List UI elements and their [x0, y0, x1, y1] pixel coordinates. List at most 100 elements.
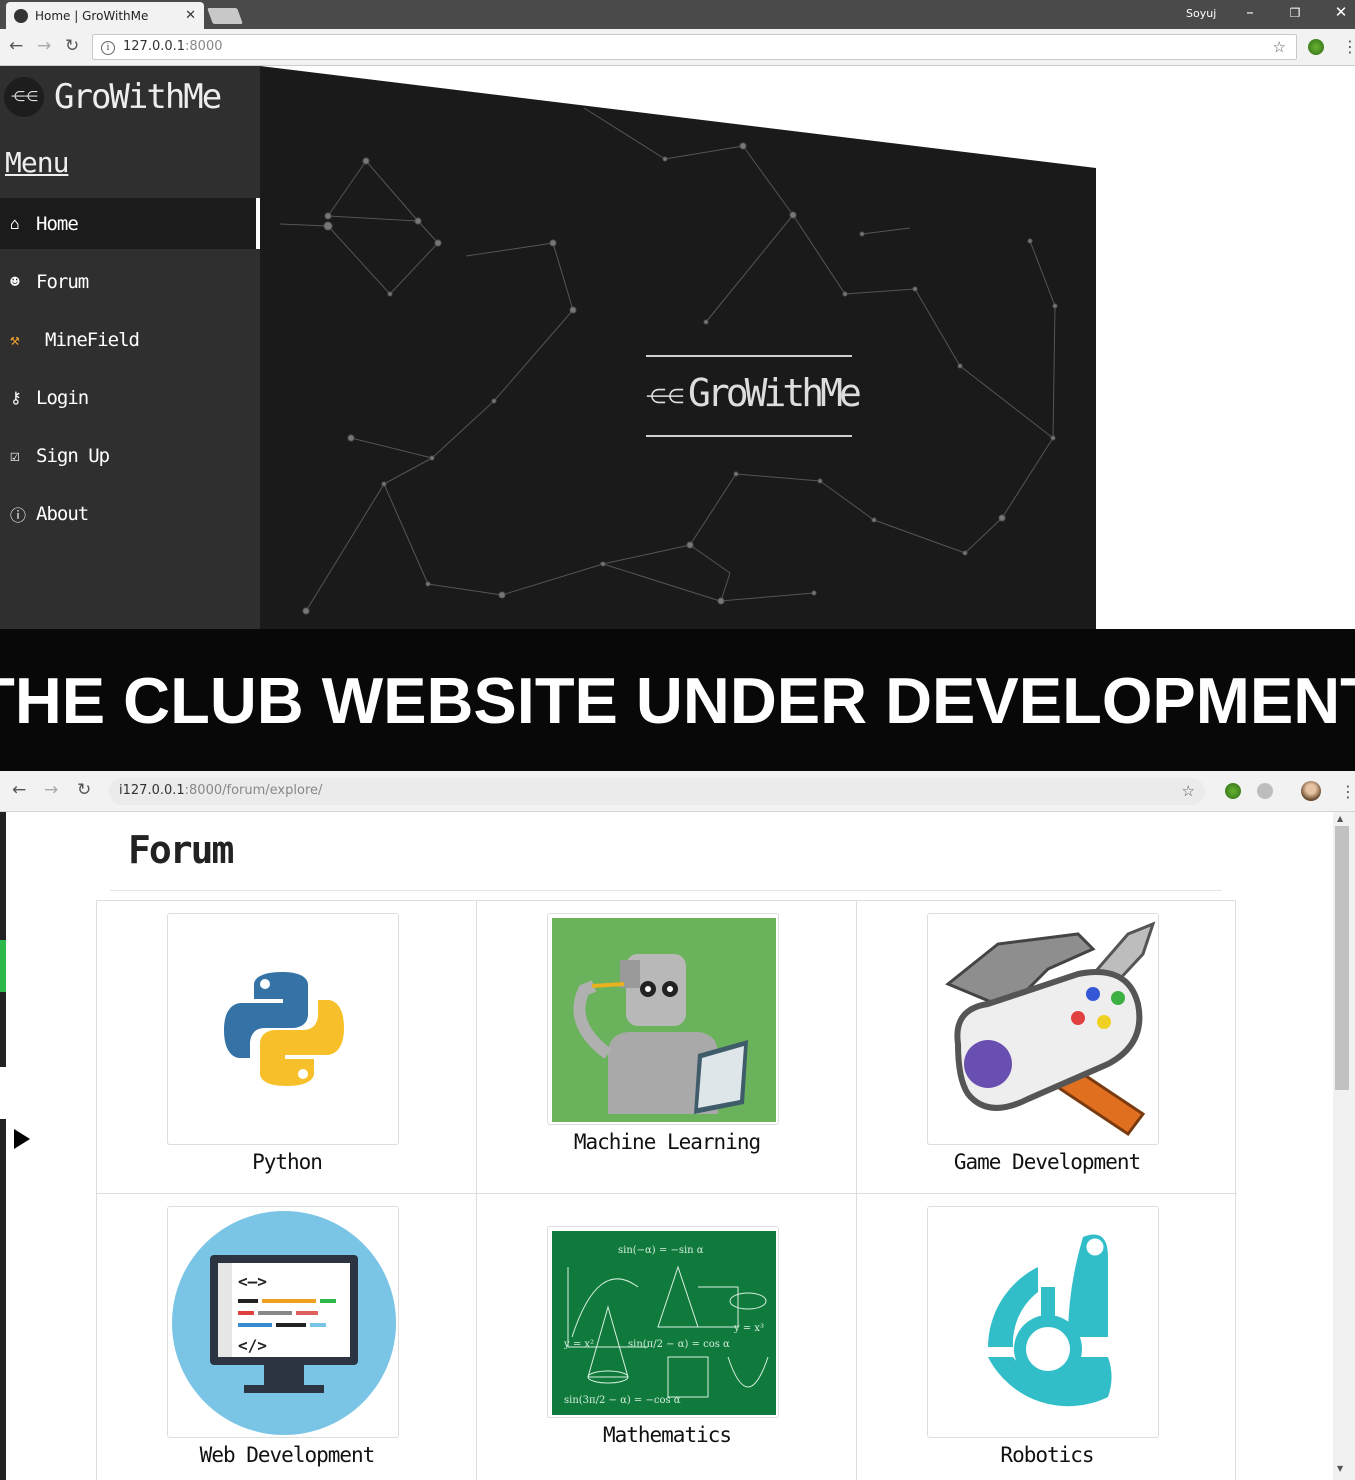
- home-icon: ⌂: [10, 214, 20, 233]
- circuit-logo-icon: ⋲⋲: [4, 77, 44, 117]
- tab-title: Home | GroWithMe: [35, 8, 149, 23]
- category-card-mathematics[interactable]: sin(−α) = −sin α y = x² y = x³ sin(π/2 −…: [477, 1194, 857, 1480]
- network-graphic: [279, 107, 1058, 615]
- scrollbar-thumb[interactable]: [1335, 826, 1349, 1090]
- reload-icon[interactable]: ↻: [65, 36, 79, 56]
- robotics-logo-icon: [927, 1206, 1159, 1438]
- indicator-green: [0, 940, 6, 992]
- svg-text:y = x³: y = x³: [733, 1323, 764, 1334]
- sidebar-item-label: MineField: [45, 328, 140, 351]
- robot-reading-icon: [547, 913, 779, 1125]
- sidebar-item-label: Forum: [36, 270, 89, 293]
- forward-arrow-icon[interactable]: →: [44, 780, 58, 800]
- category-card-game-development[interactable]: Game Development: [857, 901, 1237, 1194]
- category-label[interactable]: Game Development: [857, 1150, 1237, 1174]
- url-port: :8000: [185, 39, 223, 54]
- sidebar-item-minefield[interactable]: ⚒ MineField: [0, 314, 260, 365]
- sidebar-item-home[interactable]: ⌂ Home: [0, 198, 260, 249]
- scroll-down-icon[interactable]: ▼: [1337, 1464, 1343, 1473]
- brand-name: GroWithMe: [54, 77, 222, 117]
- info-icon[interactable]: i: [101, 41, 115, 55]
- sidebar-item-signup[interactable]: ☑ Sign Up: [0, 430, 260, 481]
- forum-page: Forum Python Machine Learning Game Devel…: [0, 812, 1355, 1480]
- svg-text:</>: </>: [238, 1336, 267, 1355]
- hero-logo: ⋲⋲ GroWithMe: [646, 355, 862, 441]
- pickaxe-icon: ⚒: [10, 330, 20, 349]
- address-bar[interactable]: i 127.0.0.1:8000 ☆: [92, 34, 1297, 60]
- gamepad-hammer-icon: [927, 913, 1159, 1145]
- sidebar-item-forum[interactable]: ☻ Forum: [0, 256, 260, 307]
- category-card-web-development[interactable]: <–> </> Web Development: [97, 1194, 477, 1480]
- clipboard-check-icon: ☑: [10, 446, 20, 465]
- browser-menu-icon[interactable]: ⋮: [1342, 37, 1355, 56]
- chalkboard-formulas-icon: sin(−α) = −sin α y = x² y = x³ sin(π/2 −…: [547, 1226, 779, 1418]
- scroll-up-icon[interactable]: ▲: [1337, 814, 1343, 823]
- divider: [646, 435, 852, 437]
- python-logo-icon: [167, 913, 399, 1145]
- svg-text:sin(π/2 − α) = cos α: sin(π/2 − α) = cos α: [628, 1339, 730, 1350]
- banner-heading: THE CLUB WEBSITE UNDER DEVELOPMENT: [0, 663, 1355, 737]
- sidebar-item-label: About: [36, 502, 89, 525]
- forward-arrow-icon[interactable]: →: [37, 36, 51, 56]
- category-card-machine-learning[interactable]: Machine Learning: [477, 901, 857, 1194]
- info-icon: ⓘ: [10, 505, 26, 525]
- restore-icon[interactable]: ❐: [1280, 6, 1310, 20]
- scrollbar[interactable]: ▲ ▼: [1333, 812, 1355, 1480]
- browser-toolbar: ← → ↻ i 127.0.0.1:8000 ☆ ⋮: [0, 29, 1355, 66]
- code-monitor-icon: <–> </>: [167, 1206, 399, 1438]
- sidebar-item-about[interactable]: ⓘ About: [0, 488, 260, 539]
- back-arrow-icon[interactable]: ←: [9, 36, 23, 56]
- minimize-icon[interactable]: –: [1235, 3, 1265, 21]
- reload-icon[interactable]: ↻: [77, 780, 91, 800]
- extension-icon[interactable]: [1225, 783, 1241, 799]
- close-tab-icon[interactable]: ✕: [185, 8, 196, 23]
- profile-name[interactable]: Soyuj: [1186, 7, 1216, 20]
- sidebar-item-label: Home: [36, 212, 79, 235]
- url-path: :8000/forum/explore/: [184, 783, 323, 798]
- category-card-python[interactable]: Python: [97, 901, 477, 1194]
- page-title: Forum: [128, 828, 234, 872]
- play-triangle-icon[interactable]: [14, 1129, 30, 1149]
- divider: [646, 355, 852, 357]
- sidebar-item-label: Login: [36, 386, 89, 409]
- category-card-robotics[interactable]: Robotics: [857, 1194, 1237, 1480]
- url-host: 127.0.0.1: [123, 39, 186, 54]
- hero-section: ⋲⋲ GroWithMe: [260, 66, 1096, 629]
- key-icon: ⚷: [10, 388, 22, 407]
- extension-icon[interactable]: [1257, 783, 1273, 799]
- site-favicon-icon: [14, 8, 28, 23]
- sidebar-item-label: Sign Up: [36, 444, 110, 467]
- banner: THE CLUB WEBSITE UNDER DEVELOPMENT: [0, 629, 1355, 771]
- new-tab-button[interactable]: [207, 8, 243, 24]
- back-arrow-icon[interactable]: ←: [12, 780, 26, 800]
- category-label[interactable]: Mathematics: [477, 1423, 857, 1447]
- category-label[interactable]: Web Development: [97, 1443, 477, 1467]
- browser-menu-icon[interactable]: ⋮: [1340, 782, 1355, 801]
- category-label[interactable]: Machine Learning: [477, 1130, 857, 1154]
- close-window-icon[interactable]: ✕: [1326, 3, 1355, 21]
- svg-text:<–>: <–>: [238, 1272, 267, 1291]
- svg-text:y = x²: y = x²: [563, 1339, 594, 1350]
- svg-text:sin(−α) = −sin α: sin(−α) = −sin α: [618, 1245, 704, 1256]
- window-titlebar: Home | GroWithMe ✕ Soyuj – ❐ ✕: [0, 0, 1355, 29]
- site-logo[interactable]: ⋲⋲ GroWithMe: [4, 74, 222, 120]
- bookmark-star-icon[interactable]: ☆: [1273, 38, 1286, 56]
- indicator-white: [0, 1067, 6, 1119]
- user-icon: ☻: [10, 272, 20, 291]
- svg-text:sin(3π/2 − α) = −cos α: sin(3π/2 − α) = −cos α: [564, 1395, 681, 1406]
- address-bar[interactable]: i127.0.0.1:8000/forum/explore/ ☆: [109, 778, 1205, 805]
- sidebar: ⋲⋲ GroWithMe Menu ⌂ Home ☻ Forum ⚒ MineFiel…: [0, 66, 260, 629]
- category-label[interactable]: Python: [97, 1150, 477, 1174]
- circuit-logo-icon: ⋲⋲: [646, 383, 684, 408]
- category-grid: Python Machine Learning Game Development…: [96, 900, 1237, 1480]
- menu-heading: Menu: [5, 146, 69, 179]
- bookmark-star-icon[interactable]: ☆: [1182, 782, 1195, 800]
- divider: [110, 890, 1222, 891]
- sidebar-item-login[interactable]: ⚷ Login: [0, 372, 260, 423]
- browser-tab[interactable]: Home | GroWithMe ✕: [6, 2, 204, 29]
- side-strip: [0, 812, 6, 1480]
- avatar[interactable]: [1301, 781, 1321, 801]
- hero-logo-text: GroWithMe: [688, 371, 862, 415]
- category-label[interactable]: Robotics: [857, 1443, 1237, 1467]
- extension-icon[interactable]: [1308, 39, 1324, 55]
